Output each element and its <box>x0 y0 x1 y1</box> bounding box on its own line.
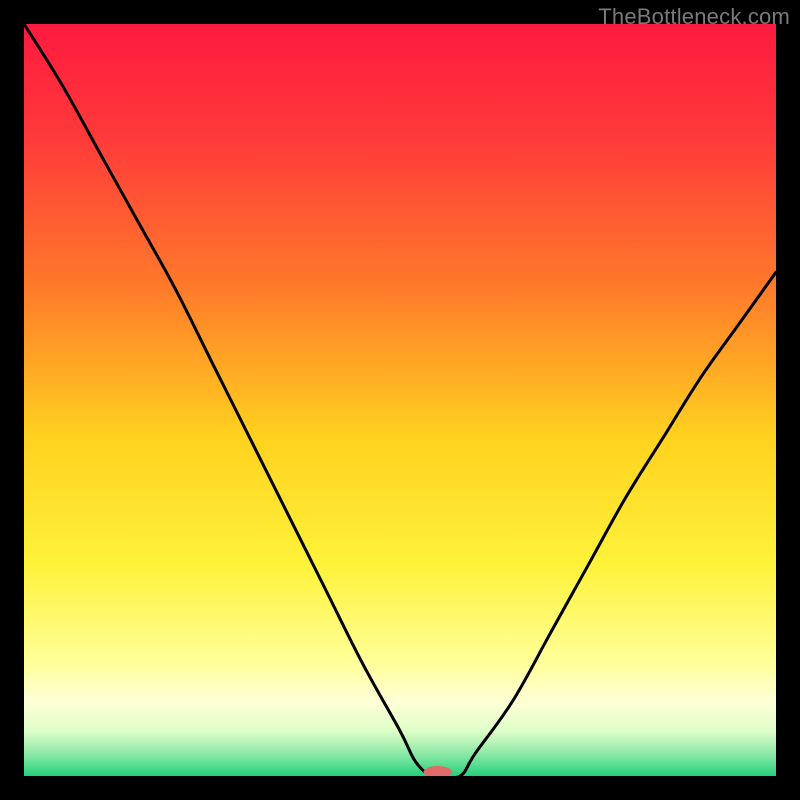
gradient-background <box>24 24 776 776</box>
chart-frame <box>24 24 776 776</box>
bottleneck-curve-chart <box>24 24 776 776</box>
watermark-text: TheBottleneck.com <box>598 4 790 30</box>
